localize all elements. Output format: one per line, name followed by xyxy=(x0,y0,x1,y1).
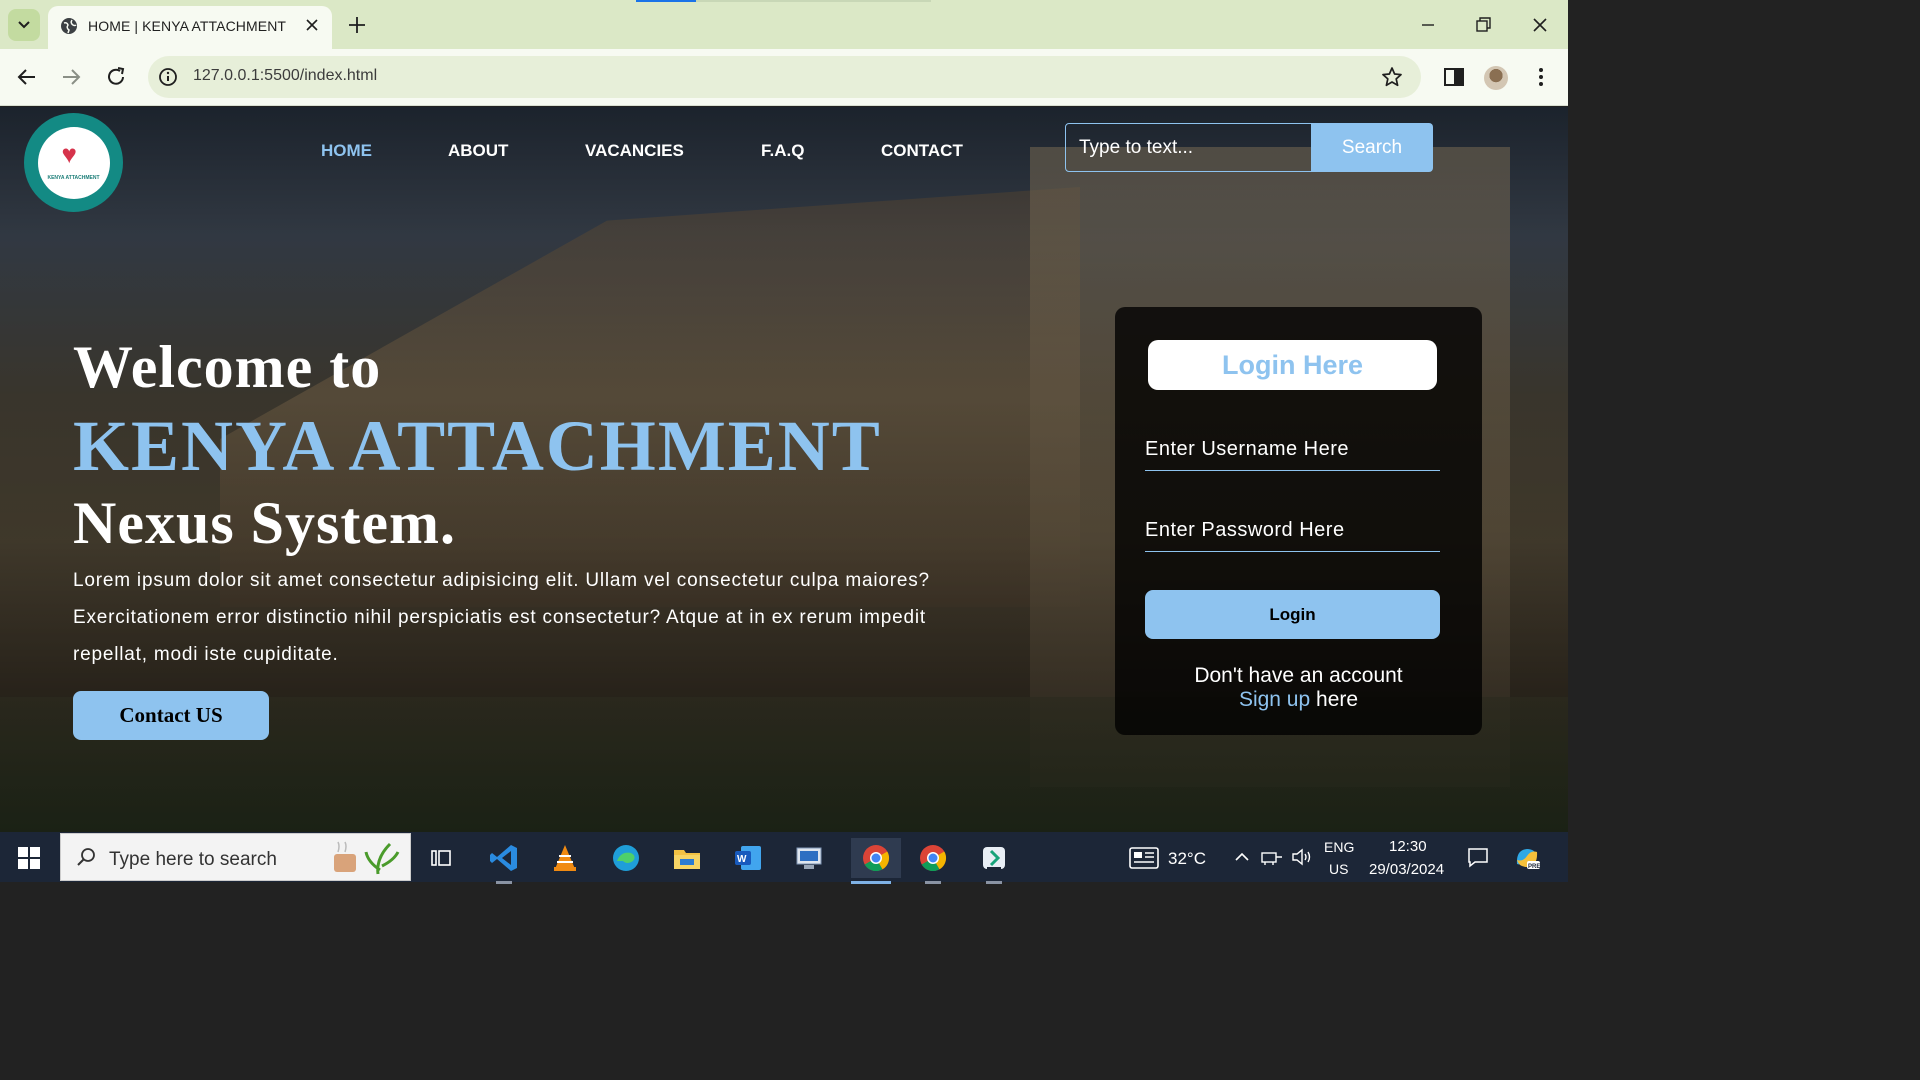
clock-time[interactable]: 12:30 xyxy=(1389,838,1427,855)
site-info-icon[interactable] xyxy=(158,67,178,87)
notification-icon[interactable] xyxy=(1467,846,1489,868)
task-view-icon[interactable] xyxy=(421,838,461,878)
coffee-plant-decoration-icon xyxy=(334,841,400,875)
forward-arrow-icon[interactable] xyxy=(59,65,83,89)
nav-about[interactable]: ABOUT xyxy=(448,141,508,161)
clock-date[interactable]: 29/03/2024 xyxy=(1369,861,1444,878)
vlc-icon[interactable] xyxy=(545,838,585,878)
chevron-up-icon[interactable] xyxy=(1234,849,1250,865)
browser-tab-active[interactable]: HOME | KENYA ATTACHMENT xyxy=(48,6,332,49)
hero-subtitle: Nexus System. xyxy=(73,490,456,556)
language-region[interactable]: US xyxy=(1329,861,1348,877)
address-bar[interactable]: 127.0.0.1:5500/index.html xyxy=(148,56,1421,98)
edge-icon[interactable] xyxy=(606,838,646,878)
reload-icon[interactable] xyxy=(104,65,128,89)
installer-app-icon[interactable] xyxy=(974,838,1014,884)
loading-indicator xyxy=(636,0,931,2)
website-viewport: ♥ KENYA ATTACHMENT HOME ABOUT VACANCIES … xyxy=(0,107,1568,832)
browser-tab-strip: HOME | KENYA ATTACHMENT xyxy=(0,0,1568,49)
speaker-icon[interactable] xyxy=(1291,847,1313,867)
new-tab-plus-icon[interactable] xyxy=(346,14,368,36)
heart-icon: ♥ xyxy=(61,138,77,169)
side-panel-icon[interactable] xyxy=(1442,65,1466,89)
taskbar-search-placeholder: Type here to search xyxy=(109,849,277,870)
bookmark-star-icon[interactable] xyxy=(1381,66,1403,88)
globe-icon xyxy=(61,18,77,34)
restore-icon[interactable] xyxy=(1470,12,1496,38)
word-icon[interactable]: W xyxy=(728,838,768,878)
language-code[interactable]: ENG xyxy=(1324,839,1354,855)
taskbar-search[interactable]: Type here to search xyxy=(60,833,411,881)
copilot-icon[interactable]: PRE xyxy=(1513,844,1541,872)
browser-toolbar: 127.0.0.1:5500/index.html xyxy=(0,49,1568,106)
contact-us-button[interactable]: Contact US xyxy=(73,691,269,740)
svg-text:PRE: PRE xyxy=(1528,864,1540,870)
nav-home[interactable]: HOME xyxy=(321,141,372,161)
hero-welcome: Welcome to xyxy=(73,334,382,400)
weather-news-icon[interactable] xyxy=(1129,847,1159,869)
search-input[interactable] xyxy=(1065,123,1312,172)
close-icon[interactable] xyxy=(304,17,320,33)
more-menu-icon[interactable] xyxy=(1529,65,1553,89)
vscode-icon[interactable] xyxy=(484,838,524,884)
hero-brand: KENYA ATTACHMENT xyxy=(73,406,882,486)
login-button[interactable]: Login xyxy=(1145,590,1440,639)
windows-taskbar: Type here to search W 32°C ENG US 12:30 … xyxy=(0,832,1568,884)
svg-text:W: W xyxy=(737,854,747,865)
nav-contact[interactable]: CONTACT xyxy=(881,141,963,161)
minimize-icon[interactable] xyxy=(1415,12,1441,38)
chevron-down-icon xyxy=(18,21,30,29)
profile-avatar[interactable] xyxy=(1484,66,1508,90)
username-field[interactable] xyxy=(1145,429,1440,471)
network-icon[interactable] xyxy=(1261,848,1283,866)
signup-prompt: Don't have an account Sign up here xyxy=(1194,664,1403,711)
tab-title: HOME | KENYA ATTACHMENT xyxy=(88,18,287,34)
login-form: Login Here Login Don't have an account S… xyxy=(1115,307,1482,735)
remote-desktop-icon[interactable] xyxy=(789,838,829,878)
search-icon xyxy=(77,848,95,866)
back-arrow-icon[interactable] xyxy=(15,65,39,89)
hero-description: Lorem ipsum dolor sit amet consectetur a… xyxy=(73,570,930,665)
logo-text: KENYA ATTACHMENT xyxy=(47,174,100,181)
nav-vacancies[interactable]: VACANCIES xyxy=(585,141,684,161)
file-explorer-icon[interactable] xyxy=(667,838,707,878)
password-field[interactable] xyxy=(1145,510,1440,552)
chrome-icon[interactable] xyxy=(913,838,953,884)
nav-faq[interactable]: F.A.Q xyxy=(761,141,804,161)
weather-temp: 32°C xyxy=(1168,849,1206,868)
chrome-icon-active[interactable] xyxy=(851,838,901,884)
search-button[interactable]: Search xyxy=(1311,123,1433,172)
login-heading: Login Here xyxy=(1148,340,1437,390)
url-text: 127.0.0.1:5500/index.html xyxy=(193,67,378,84)
signup-link[interactable]: Sign up xyxy=(1239,688,1310,711)
tab-search-button[interactable] xyxy=(8,9,40,41)
site-logo[interactable]: ♥ KENYA ATTACHMENT xyxy=(24,113,123,212)
site-search: Search xyxy=(1065,123,1433,172)
window-close-icon[interactable] xyxy=(1527,12,1553,38)
windows-start-icon[interactable] xyxy=(18,847,40,869)
